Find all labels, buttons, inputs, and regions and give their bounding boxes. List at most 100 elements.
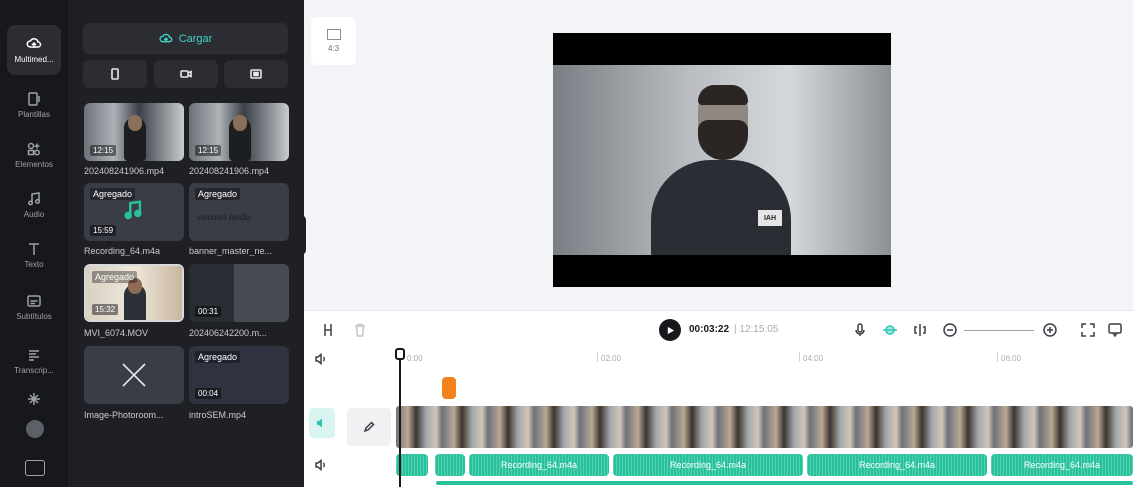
ruler-label: 06:00 <box>1001 354 1022 363</box>
audio-track-volume[interactable] <box>314 458 330 474</box>
audio-clip[interactable]: Recording_64.m4a <box>469 454 609 476</box>
video-track-clip[interactable] <box>396 406 1133 448</box>
duration-badge: 15:32 <box>92 304 119 315</box>
time-separator: | <box>734 324 737 335</box>
media-card-name: Recording_64.m4a <box>84 246 161 256</box>
media-card-name: banner_master_ne... <box>189 246 273 256</box>
rail-item-label: Plantillas <box>17 110 50 119</box>
shirt-logo: IAH <box>758 210 782 226</box>
text-icon <box>29 243 39 255</box>
total-time: | 12:15:05 <box>734 324 778 335</box>
audio-clip[interactable]: Recording_64.m4a <box>807 454 987 476</box>
comment-icon <box>1108 323 1122 338</box>
screen-record-button[interactable] <box>224 60 288 88</box>
rail-item-multimedia[interactable]: Multimed... <box>7 25 61 75</box>
speaker-active-icon <box>317 418 322 428</box>
track-edit-button[interactable] <box>347 408 391 446</box>
x-logo-icon <box>122 363 146 387</box>
elements-icon <box>27 142 40 156</box>
added-badge: Agregado <box>195 188 241 200</box>
music-note-icon <box>124 200 142 220</box>
rail-item-extra[interactable] <box>0 385 68 415</box>
ruler-label: 02:00 <box>601 354 622 363</box>
panel-collapse-handle[interactable] <box>296 215 306 255</box>
media-card-name: 202408241906.mp4 <box>84 166 165 176</box>
comment-button[interactable] <box>1107 322 1123 338</box>
pencil-icon <box>363 421 375 433</box>
aspect-ratio-button[interactable]: 4:3 <box>311 17 356 65</box>
audio-clip[interactable] <box>435 454 465 476</box>
playhead-handle[interactable] <box>395 348 405 360</box>
media-card-name: MVI_6074.MOV <box>84 328 149 338</box>
media-card[interactable]: 12:15 <box>189 103 289 161</box>
camera-icon <box>180 70 192 78</box>
upload-button[interactable]: Cargar <box>83 23 288 54</box>
banner-watermark: somosel media <box>197 212 251 222</box>
play-icon <box>667 326 674 334</box>
zoom-in-button[interactable] <box>1042 322 1058 338</box>
audio-clip[interactable]: Recording_64.m4a <box>991 454 1133 476</box>
rail-item-label: Multimed... <box>14 55 54 64</box>
split-button[interactable] <box>320 322 336 338</box>
play-button[interactable] <box>659 319 681 341</box>
media-card[interactable]: Agregado 15:32 <box>84 264 184 322</box>
trash-icon <box>355 323 365 337</box>
trim-button[interactable] <box>912 322 928 338</box>
playhead[interactable] <box>399 350 401 487</box>
rail-item-elements[interactable]: Elementos <box>0 130 68 180</box>
timeline[interactable]: 0:00 02:00 04:00 06:00 Recording_64.m4a … <box>304 348 1133 487</box>
delete-button[interactable] <box>352 322 368 338</box>
total-time-value: 12:15:05 <box>739 324 779 335</box>
magnet-snap-button[interactable] <box>882 322 898 338</box>
ruler-label: 04:00 <box>803 354 824 363</box>
audio-clip[interactable]: Recording_64.m4a <box>613 454 803 476</box>
music-note-icon <box>27 192 41 206</box>
current-time: 00:03:22 <box>689 324 730 335</box>
cloud-media-icon <box>26 38 42 48</box>
zoom-out-button[interactable] <box>942 322 958 338</box>
transcript-icon <box>29 350 39 361</box>
fit-button[interactable] <box>1080 322 1096 338</box>
avatar[interactable] <box>26 420 44 438</box>
media-card[interactable]: 00:31 <box>189 264 289 322</box>
audio-clip-label: Recording_64.m4a <box>858 460 936 470</box>
aspect-ratio-icon <box>326 29 341 40</box>
video-editor-app: Multimed... Plantillas Elementos Audio T… <box>0 0 1133 487</box>
rail-item-subtitles[interactable]: Subtítulos <box>0 282 68 332</box>
cloud-upload-icon <box>159 33 173 42</box>
media-card[interactable]: Agregado 15:59 <box>84 183 184 241</box>
rail-item-label: Subtítulos <box>16 312 52 321</box>
rail-item-label: Elementos <box>15 160 53 169</box>
zoom-slider[interactable] <box>964 330 1034 331</box>
marker-clip[interactable] <box>442 377 456 399</box>
camera-button[interactable] <box>154 60 218 88</box>
rail-item-transcript[interactable]: Transcrip... <box>0 336 68 386</box>
sparkle-icon <box>28 392 40 405</box>
rail-item-templates[interactable]: Plantillas <box>0 80 68 130</box>
left-rail: Multimed... Plantillas Elementos Audio T… <box>0 0 68 487</box>
rail-item-label: Audio <box>23 210 45 219</box>
speaker-icon <box>315 458 326 472</box>
rail-item-text[interactable]: Texto <box>0 230 68 280</box>
microphone-button[interactable] <box>852 322 868 338</box>
media-card[interactable]: Agregado 00:04 <box>189 346 289 404</box>
preview-frame: IAH <box>553 65 891 255</box>
track-visibility-toggle[interactable] <box>309 408 335 438</box>
video-preview[interactable]: IAH <box>553 33 891 287</box>
duration-badge: 12:15 <box>195 145 222 156</box>
volume-icon[interactable] <box>314 352 330 368</box>
media-card[interactable]: 12:15 <box>84 103 184 161</box>
speaker-icon <box>315 352 326 366</box>
media-card[interactable] <box>84 346 184 404</box>
ruler-label: 0:00 <box>407 354 423 363</box>
keyboard-icon[interactable] <box>25 460 45 476</box>
media-card[interactable]: Agregado somosel media <box>189 183 289 241</box>
zoom-in-icon <box>1043 323 1057 337</box>
phone-icon <box>111 68 119 80</box>
rail-item-label: Transcrip... <box>14 366 54 375</box>
rail-item-audio[interactable]: Audio <box>0 180 68 230</box>
audio-track-secondary[interactable] <box>436 481 1133 485</box>
phone-view-button[interactable] <box>83 60 147 88</box>
template-icon <box>28 92 40 106</box>
duration-badge: 00:04 <box>195 388 222 399</box>
